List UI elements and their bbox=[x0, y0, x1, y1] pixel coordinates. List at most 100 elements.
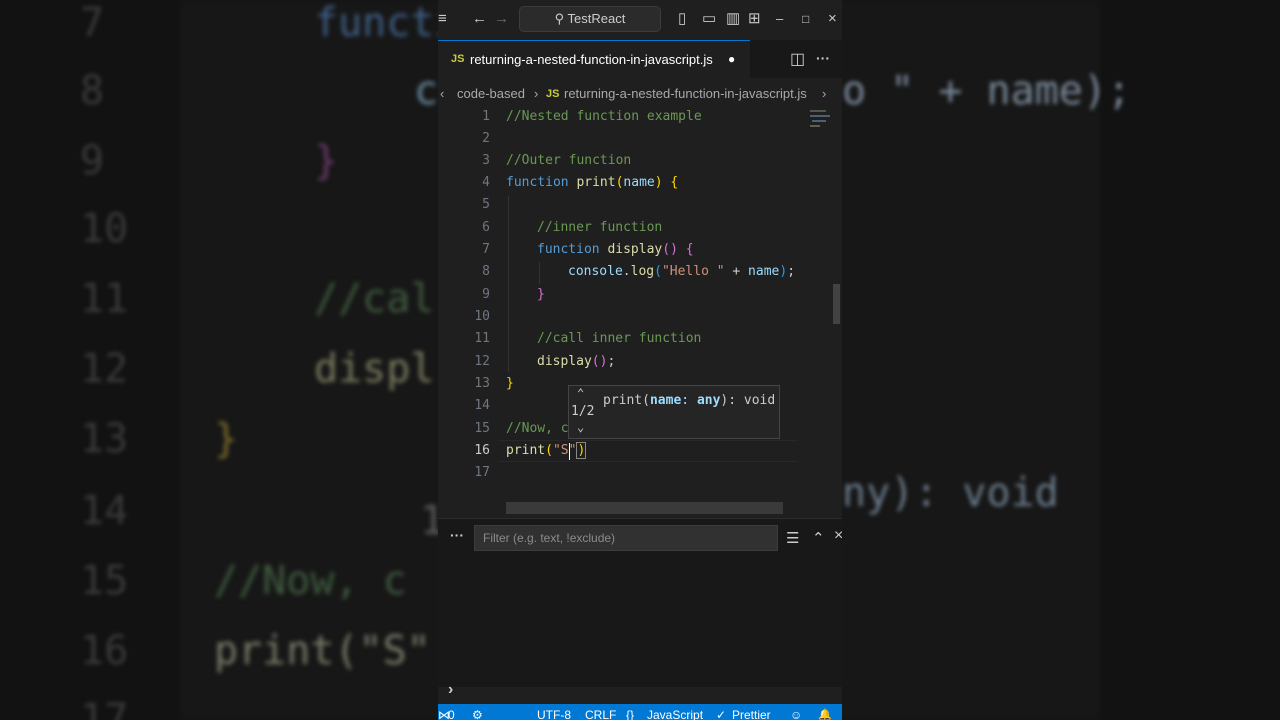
customize-layout-icon[interactable]: ⊞ bbox=[748, 10, 761, 28]
object: console bbox=[568, 264, 623, 279]
line-number: 17 bbox=[474, 465, 490, 480]
bg-line-number: 9 bbox=[80, 138, 105, 184]
line-number: 6 bbox=[482, 220, 490, 235]
toggle-panel-icon[interactable]: ▭ bbox=[702, 10, 716, 28]
line-number: 13 bbox=[474, 376, 490, 391]
close-panel-icon[interactable]: × bbox=[834, 527, 842, 545]
line-number: 9 bbox=[482, 287, 490, 302]
terminal-prompt-icon[interactable]: › bbox=[448, 681, 453, 699]
editor-tab[interactable]: JS returning-a-nested-function-in-javasc… bbox=[438, 40, 750, 78]
parameter-hint-popup: ⌃ 1/2 ⌄ print(name: any): void bbox=[568, 385, 780, 439]
function-name: display bbox=[537, 354, 592, 369]
bg-line-number: 15 bbox=[80, 558, 129, 604]
string: "Hello " bbox=[661, 264, 725, 279]
breadcrumb-file[interactable]: returning-a-nested-function-in-javascrip… bbox=[564, 82, 807, 106]
code-line-brace: } bbox=[506, 376, 514, 391]
code-line-console-log: console.log("Hello " + name); bbox=[568, 261, 795, 283]
code-editor[interactable]: 1 2 3 4 5 6 7 8 9 10 11 12 13 14 15 16 1… bbox=[438, 106, 842, 518]
language-mode[interactable]: JavaScript bbox=[647, 704, 703, 720]
bg-code: o " + name); bbox=[842, 68, 1131, 114]
bg-line-number: 11 bbox=[80, 276, 129, 322]
close-window-icon[interactable]: × bbox=[828, 10, 837, 28]
line-number: 11 bbox=[474, 331, 490, 346]
line-number: 10 bbox=[474, 309, 490, 324]
maximize-icon[interactable]: □ bbox=[802, 10, 809, 28]
code-line-function-display: function display() { bbox=[537, 239, 694, 261]
next-signature-icon[interactable]: ⌄ bbox=[577, 420, 584, 434]
semicolon: ; bbox=[607, 354, 616, 369]
bg-code: functi bbox=[314, 0, 459, 46]
prettier-status[interactable]: Prettier bbox=[732, 704, 771, 720]
parameter: name bbox=[623, 175, 655, 190]
minimize-icon[interactable]: – bbox=[776, 10, 783, 28]
line-number: 8 bbox=[482, 264, 490, 279]
semicolon: ; bbox=[787, 264, 796, 279]
bg-code: } bbox=[314, 138, 339, 184]
horizontal-scrollbar[interactable] bbox=[506, 502, 783, 514]
bg-line-number: 12 bbox=[80, 346, 129, 392]
line-number: 15 bbox=[474, 421, 490, 436]
title-bar: ≡ ← → ⚲ TestReact ▯ ▭ ▥ ⊞ – □ × bbox=[438, 0, 842, 38]
bg-line-number: 8 bbox=[80, 68, 105, 114]
filter-input[interactable]: Filter (e.g. text, !exclude) bbox=[474, 525, 778, 551]
dot: . bbox=[622, 264, 631, 279]
bg-code: //Now, c bbox=[214, 558, 407, 604]
language-braces-icon: {} bbox=[626, 708, 635, 720]
command-center-search[interactable]: ⚲ TestReact bbox=[519, 6, 661, 32]
minimap-line bbox=[812, 120, 826, 122]
more-actions-icon[interactable]: ··· bbox=[816, 50, 830, 66]
feedback-icon[interactable]: ☺ bbox=[790, 704, 802, 720]
check-icon: ✓ bbox=[716, 708, 727, 720]
indent-guide bbox=[539, 262, 540, 284]
problems-count[interactable]: 0 bbox=[448, 704, 455, 720]
collapse-panel-icon[interactable]: ⌃ bbox=[812, 529, 825, 547]
string: "S" bbox=[552, 443, 577, 458]
breadcrumb: ‹ code-based › JS returning-a-nested-fun… bbox=[438, 82, 842, 106]
remote-indicator-icon[interactable]: ⋈ bbox=[438, 704, 450, 720]
back-arrow-icon[interactable]: ← bbox=[472, 10, 487, 28]
forward-arrow-icon[interactable]: → bbox=[494, 10, 509, 28]
previous-signature-icon[interactable]: ⌃ bbox=[577, 386, 584, 400]
toggle-secondary-sidebar-icon[interactable]: ▥ bbox=[726, 10, 740, 28]
signature-type: any bbox=[696, 393, 721, 408]
status-bar: ⋈ 0 ⚙ UTF-8 CRLF {} JavaScript ✓ Prettie… bbox=[438, 704, 842, 720]
bg-line-number: 10 bbox=[80, 206, 129, 252]
line-number-active: 16 bbox=[474, 443, 490, 458]
signature-text: print(name: any): void bbox=[603, 393, 775, 408]
keyword: function bbox=[506, 175, 569, 190]
menu-icon[interactable]: ≡ bbox=[438, 10, 447, 28]
workspace-name: TestReact bbox=[567, 11, 626, 26]
line-number: 1 bbox=[482, 109, 490, 124]
vertical-scrollbar[interactable] bbox=[833, 284, 840, 324]
breadcrumb-separator: › bbox=[822, 86, 827, 101]
eol-indicator[interactable]: CRLF bbox=[585, 704, 616, 720]
signature-counter: 1/2 bbox=[571, 404, 595, 419]
minimap-line bbox=[810, 110, 826, 112]
bg-code: ny): void bbox=[842, 470, 1059, 516]
code-line-comment: //call inner function bbox=[537, 331, 702, 346]
code-line-comment: //Outer function bbox=[506, 153, 632, 168]
split-editor-icon[interactable]: ◫ bbox=[790, 49, 805, 69]
bg-line-number: 14 bbox=[80, 488, 129, 534]
debug-icon[interactable]: ⚙ bbox=[472, 704, 483, 720]
toggle-sidebar-icon[interactable]: ▯ bbox=[678, 10, 686, 28]
paren: ) bbox=[779, 264, 788, 279]
bottom-panel: ··· Filter (e.g. text, !exclude) ☰ ⌃ × › bbox=[438, 518, 842, 698]
paren-matched: ) bbox=[576, 442, 587, 459]
minimap[interactable] bbox=[806, 106, 832, 130]
paren: () bbox=[662, 242, 678, 257]
list-view-icon[interactable]: ☰ bbox=[786, 529, 799, 547]
indent-guide bbox=[508, 196, 509, 372]
code-line-call-print: print("S") bbox=[506, 440, 587, 462]
unsaved-dot-icon[interactable]: ● bbox=[728, 52, 735, 66]
paren: ) bbox=[654, 175, 663, 190]
code-line-call-display: display(); bbox=[537, 351, 615, 373]
panel-more-icon[interactable]: ··· bbox=[450, 527, 464, 543]
filter-placeholder: Filter (e.g. text, !exclude) bbox=[483, 531, 616, 545]
line-number: 5 bbox=[482, 197, 490, 212]
function-name: print bbox=[506, 443, 546, 458]
encoding-indicator[interactable]: UTF-8 bbox=[537, 704, 571, 720]
breadcrumb-folder[interactable]: code-based bbox=[457, 82, 525, 106]
bell-icon[interactable]: 🔔 bbox=[818, 704, 832, 720]
method: log bbox=[630, 264, 655, 279]
